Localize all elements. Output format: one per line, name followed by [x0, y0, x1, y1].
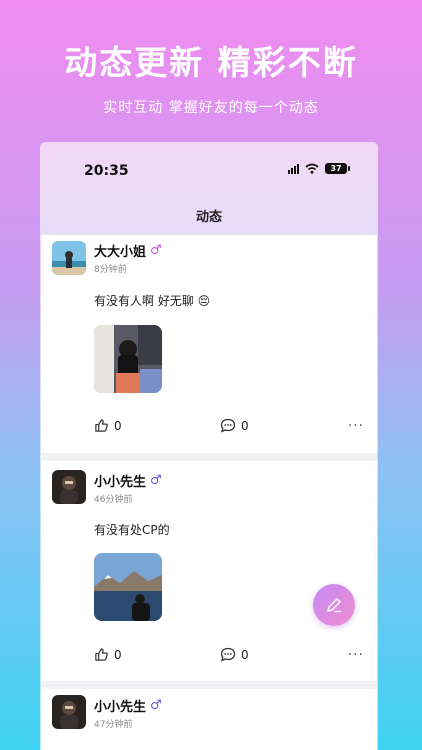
more-icon[interactable]: ··· [348, 418, 364, 434]
avatar[interactable] [52, 470, 86, 504]
post-card[interactable]: 大大小姐 ♂ 8分钟前 有没有人啊 好无聊 😔 0 0 ··· [41, 235, 377, 453]
post-actions: 0 0 ··· [94, 418, 364, 434]
feed-list: 大大小姐 ♂ 8分钟前 有没有人啊 好无聊 😔 0 0 ··· 小小先生 ♂ 4… [41, 235, 377, 750]
gender-icon: ♂ [150, 698, 162, 713]
battery-icon: 37 [325, 163, 350, 174]
like-button[interactable]: 0 [94, 647, 122, 662]
more-icon[interactable]: ··· [348, 647, 364, 663]
post-actions: 0 0 ··· [94, 647, 364, 663]
author-name[interactable]: 小小先生 [94, 471, 146, 490]
post-time: 47分钟前 [94, 720, 133, 730]
signal-icon [288, 163, 299, 174]
post-photo[interactable] [94, 553, 162, 621]
comment-count: 0 [241, 418, 249, 433]
post-card[interactable]: 小小先生 ♂ 46分钟前 有没有处CP的 0 0 ··· [41, 461, 377, 681]
like-count: 0 [114, 418, 122, 433]
header: 20:35 37 动态 [41, 143, 377, 235]
post-content: 有没有处CP的 [94, 523, 170, 537]
avatar[interactable] [52, 695, 86, 729]
post-time: 8分钟前 [94, 265, 127, 275]
comment-button[interactable]: 0 [220, 418, 249, 433]
post-time: 46分钟前 [94, 495, 133, 505]
like-button[interactable]: 0 [94, 418, 122, 433]
author-row: 小小先生 ♂ [94, 471, 162, 490]
gender-icon: ♂ [150, 473, 162, 488]
author-name[interactable]: 大大小姐 [94, 241, 146, 260]
comment-icon [220, 418, 236, 433]
post-content: 有没有人啊 好无聊 😔 [94, 294, 211, 308]
comment-button[interactable]: 0 [220, 647, 249, 662]
status-icons: 37 [288, 163, 350, 174]
page-title: 动态 [195, 210, 222, 225]
thumbs-up-icon [95, 648, 108, 661]
promo-subtitle: 实时互动 掌握好友的每一个动态 [103, 100, 319, 116]
author-name[interactable]: 小小先生 [94, 696, 146, 715]
like-count: 0 [114, 647, 122, 662]
comment-icon [220, 647, 236, 662]
avatar[interactable] [52, 241, 86, 275]
compose-button[interactable] [313, 584, 355, 626]
status-time: 20:35 [84, 163, 129, 179]
promo-title: 动态更新 精彩不断 [64, 43, 358, 82]
phone-screen: 20:35 37 动态 大大小姐 ♂ 8分钟前 有没有人啊 好无聊 😔 0 0 … [41, 143, 377, 750]
gender-icon: ♂ [150, 243, 162, 258]
wifi-icon [305, 163, 319, 174]
pencil-icon [327, 598, 342, 613]
comment-count: 0 [241, 647, 249, 662]
post-card[interactable]: 小小先生 ♂ 47分钟前 [41, 689, 377, 750]
author-row: 大大小姐 ♂ [94, 241, 162, 260]
thumbs-up-icon [95, 419, 108, 432]
post-photo[interactable] [94, 325, 162, 393]
author-row: 小小先生 ♂ [94, 696, 162, 715]
